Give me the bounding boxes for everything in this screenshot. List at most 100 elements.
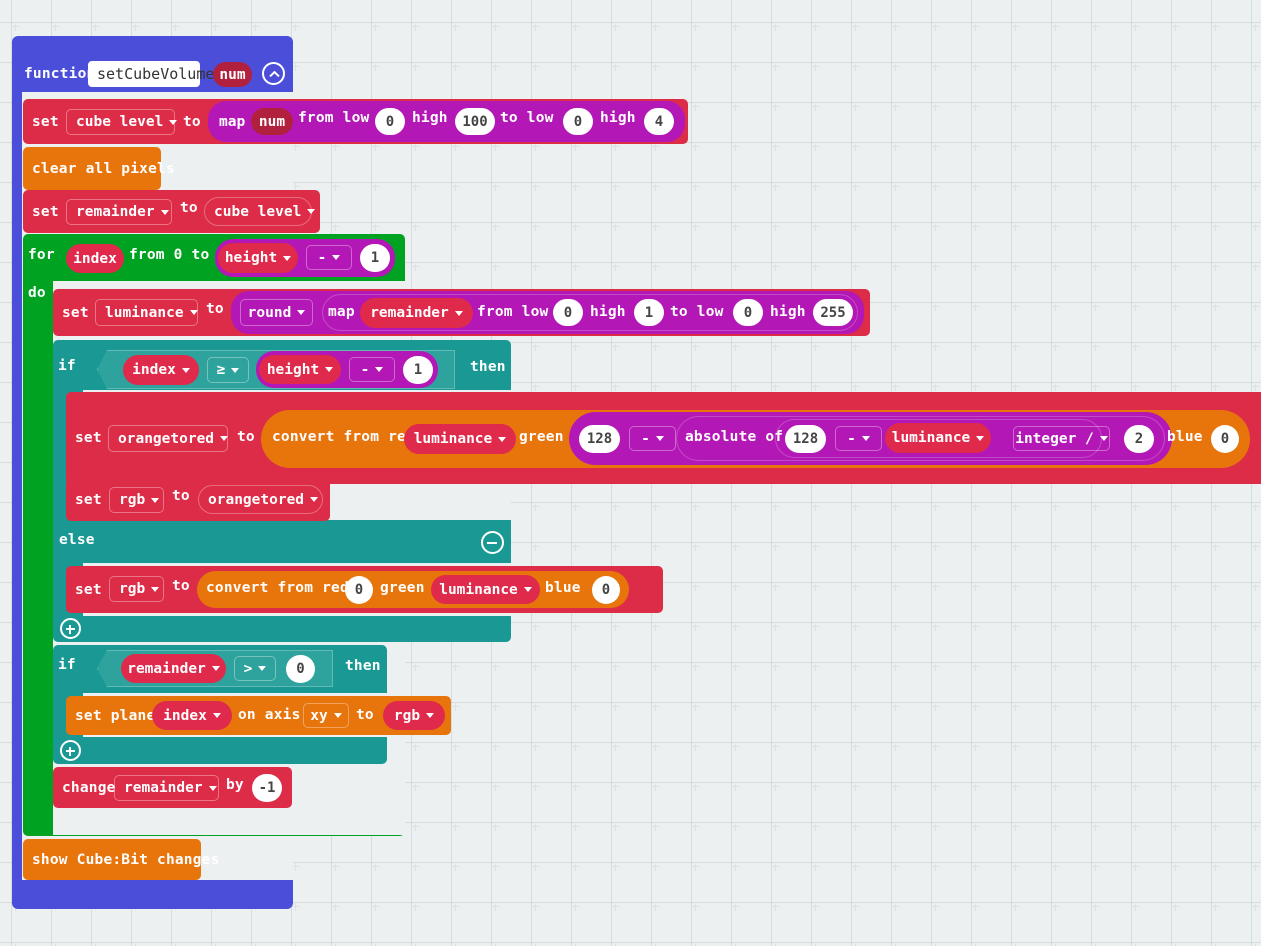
green-expr-b-input[interactable]: 128 bbox=[785, 425, 826, 453]
grid-cross bbox=[1091, 582, 1100, 591]
orangetored-value-dropdown[interactable]: orangetored bbox=[198, 485, 323, 514]
grid-cross bbox=[51, 942, 60, 946]
grid-cross bbox=[811, 342, 820, 351]
grid-cross bbox=[1131, 102, 1140, 111]
remainder-variable-dropdown-3[interactable]: remainder bbox=[121, 654, 226, 683]
chevron-up-icon[interactable] bbox=[262, 62, 285, 85]
blue-label-2: blue bbox=[545, 580, 581, 596]
grid-cross bbox=[451, 782, 460, 791]
by-label: by bbox=[226, 777, 244, 793]
minus-operator-dropdown-2[interactable]: - bbox=[349, 357, 395, 382]
map-to-low-input-2[interactable]: 0 bbox=[733, 299, 763, 326]
grid-cross bbox=[531, 862, 540, 871]
remainder-compare-value-input[interactable]: 0 bbox=[286, 655, 315, 683]
grid-cross bbox=[971, 862, 980, 871]
map-to-low-input-1[interactable]: 0 bbox=[563, 108, 593, 135]
grid-cross bbox=[851, 942, 860, 946]
luminance-variable-dropdown-3[interactable]: luminance bbox=[885, 423, 991, 453]
for-limit-operand-input[interactable]: 1 bbox=[360, 244, 390, 272]
height-variable-dropdown-1[interactable]: height bbox=[218, 243, 298, 273]
chevron-down-icon bbox=[212, 713, 221, 718]
comparator-dropdown-2[interactable]: > bbox=[234, 656, 276, 681]
if-keyword-label-2: if bbox=[58, 657, 76, 673]
map-from-low-input-2[interactable]: 0 bbox=[553, 299, 583, 326]
green-expr-op1-dropdown[interactable]: - bbox=[629, 426, 676, 451]
clear-all-pixels-block[interactable]: clear all pixels bbox=[23, 147, 175, 190]
height-variable-dropdown-2[interactable]: height bbox=[259, 355, 341, 384]
comparator-dropdown-1[interactable]: ≥ bbox=[207, 357, 249, 383]
grid-cross bbox=[1091, 182, 1100, 191]
grid-cross bbox=[531, 382, 540, 391]
grid-cross bbox=[1091, 622, 1100, 631]
grid-cross bbox=[531, 222, 540, 231]
index-variable-dropdown-1[interactable]: index bbox=[123, 355, 199, 385]
chevron-down-icon bbox=[523, 587, 532, 592]
map-operand-num[interactable]: num bbox=[251, 108, 293, 135]
function-name-input[interactable]: setCubeVolume bbox=[88, 61, 214, 87]
grid-cross bbox=[1211, 662, 1220, 671]
luminance-variable-dropdown-2[interactable]: luminance bbox=[404, 424, 516, 454]
rgb-variable-dropdown-2[interactable]: rgb bbox=[109, 576, 164, 602]
blue-value-input-2[interactable]: 0 bbox=[592, 576, 620, 604]
axis-dropdown[interactable]: xy bbox=[303, 703, 349, 728]
green-expr-op3-dropdown[interactable]: integer / bbox=[1013, 426, 1110, 451]
grid-cross bbox=[1091, 862, 1100, 871]
map-from-high-input-2[interactable]: 1 bbox=[634, 299, 664, 326]
grid-cross bbox=[611, 862, 620, 871]
map-from-low-input-1[interactable]: 0 bbox=[375, 108, 405, 135]
plus-circle-icon-2[interactable] bbox=[60, 740, 81, 761]
grid-cross bbox=[1251, 942, 1260, 946]
rgb-color-dropdown[interactable]: rgb bbox=[383, 701, 445, 730]
orangetored-variable-dropdown[interactable]: orangetored bbox=[108, 425, 229, 452]
luminance-variable-dropdown-1[interactable]: luminance bbox=[95, 299, 198, 326]
grid-cross bbox=[1011, 142, 1020, 151]
map-to-high-input-2[interactable]: 255 bbox=[813, 299, 853, 326]
map-to-high-input-1[interactable]: 4 bbox=[644, 108, 674, 135]
grid-cross bbox=[1211, 902, 1220, 911]
grid-cross bbox=[331, 22, 340, 31]
chevron-down-icon bbox=[151, 586, 160, 592]
blue-value-input-1[interactable]: 0 bbox=[1211, 425, 1239, 453]
for-index-variable[interactable]: index bbox=[66, 244, 124, 273]
plane-index-dropdown[interactable]: index bbox=[152, 701, 232, 730]
green-expr-op2-dropdown[interactable]: - bbox=[835, 426, 882, 451]
minus-circle-icon[interactable] bbox=[481, 531, 504, 554]
show-changes-block[interactable]: show Cube:Bit changes bbox=[23, 839, 219, 880]
grid-cross bbox=[1051, 542, 1060, 551]
luminance-variable-dropdown-4[interactable]: luminance bbox=[431, 575, 540, 604]
grid-cross bbox=[731, 782, 740, 791]
grid-cross bbox=[371, 902, 380, 911]
remainder-variable-dropdown-4[interactable]: remainder bbox=[114, 775, 219, 801]
cube-level-value-dropdown[interactable]: cube level bbox=[204, 197, 316, 226]
chevron-down-icon bbox=[426, 713, 435, 718]
minus-operator-dropdown-1[interactable]: - bbox=[306, 245, 352, 270]
grid-cross bbox=[1051, 782, 1060, 791]
green-expr-a-input[interactable]: 128 bbox=[579, 425, 620, 453]
map-from-high-input-1[interactable]: 100 bbox=[455, 108, 495, 135]
change-amount-input[interactable]: -1 bbox=[252, 774, 282, 802]
grid-cross bbox=[1131, 662, 1140, 671]
remainder-variable-dropdown-1[interactable]: remainder bbox=[66, 199, 172, 225]
grid-cross bbox=[811, 222, 820, 231]
green-expr-d-input[interactable]: 2 bbox=[1124, 425, 1154, 453]
plus-circle-icon-1[interactable] bbox=[60, 618, 81, 639]
grid-cross bbox=[1171, 782, 1180, 791]
to-low-label-1: to low bbox=[500, 110, 554, 126]
height-operand-input-1[interactable]: 1 bbox=[403, 356, 433, 384]
grid-cross bbox=[691, 702, 700, 711]
grid-cross bbox=[1091, 102, 1100, 111]
set-keyword-label: set bbox=[32, 113, 59, 130]
blockly-workspace[interactable]: function setCubeVolume num set cube leve… bbox=[0, 0, 1261, 946]
for-keyword-label: for bbox=[28, 247, 55, 263]
red-value-input-2[interactable]: 0 bbox=[345, 576, 373, 604]
set-plane-label: set plane bbox=[75, 707, 156, 724]
round-operation-dropdown[interactable]: round bbox=[240, 299, 313, 326]
rgb-variable-dropdown-1[interactable]: rgb bbox=[109, 487, 164, 513]
remainder-variable-dropdown-2[interactable]: remainder bbox=[360, 298, 473, 328]
grid-cross bbox=[971, 702, 980, 711]
function-parameter-num[interactable]: num bbox=[213, 62, 252, 87]
chevron-down-icon bbox=[297, 310, 306, 315]
cube-level-variable-dropdown[interactable]: cube level bbox=[66, 109, 178, 135]
if-keyword-label-1: if bbox=[58, 358, 76, 374]
grid-cross bbox=[1091, 262, 1100, 271]
